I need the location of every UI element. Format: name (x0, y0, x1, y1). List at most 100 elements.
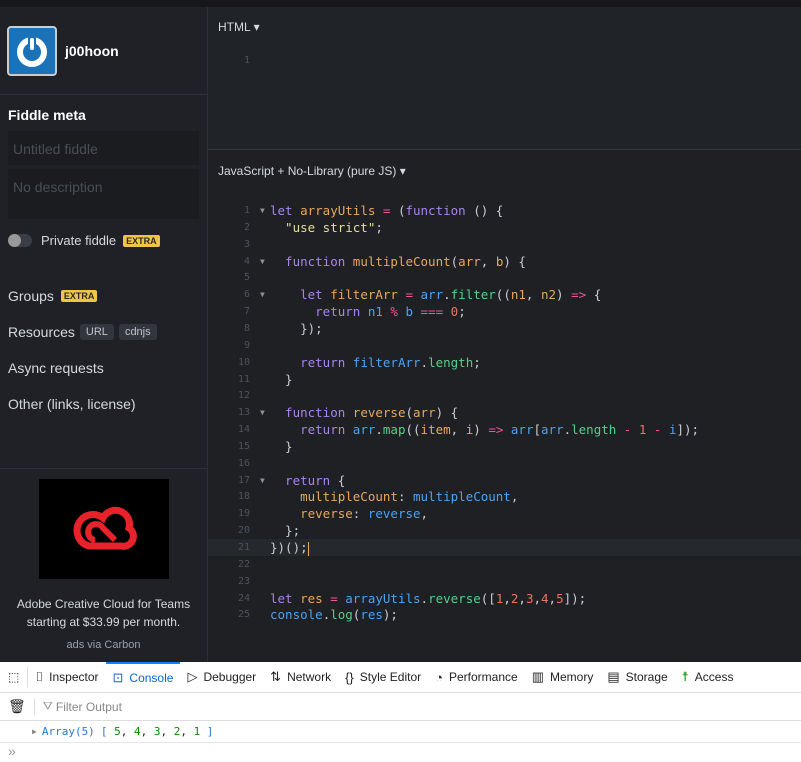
line-number: 23 (237, 575, 250, 587)
filter-output-input[interactable]: Filter Output (56, 700, 122, 714)
code-token: let (270, 287, 331, 303)
tab-label: Debugger (203, 670, 257, 684)
user-block[interactable]: j00hoon (0, 7, 207, 95)
fold-arrow-icon[interactable]: ▼ (260, 286, 265, 303)
fold-arrow-icon[interactable]: ▼ (260, 202, 265, 219)
fiddle-title-input[interactable]: Untitled fiddle (8, 131, 199, 165)
groups-section[interactable]: Groups EXTRA (0, 278, 207, 314)
html-pane[interactable]: HTML ▾ 1 (208, 7, 801, 150)
expand-arrow-icon[interactable]: ▶ (32, 727, 37, 736)
console-input[interactable]: » (0, 743, 801, 762)
console-output-row[interactable]: ▶ Array(5) [ 5, 4, 3, 2, 1 ] (0, 721, 801, 743)
tab-access[interactable]: ☨ Access (675, 662, 741, 693)
fold-arrow-icon[interactable]: ▼ (260, 253, 265, 270)
code-token: let (270, 203, 301, 218)
array-value: 4 (133, 725, 141, 738)
private-fiddle-toggle[interactable] (8, 234, 32, 247)
code-token: (( (405, 422, 421, 438)
cdnjs-tag[interactable]: cdnjs (118, 324, 157, 340)
code-text: return { (270, 472, 345, 489)
dropdown-arrow-icon: ▾ (399, 164, 406, 178)
fold-arrow-icon[interactable]: ▼ (260, 472, 265, 489)
code-text: console.log(res); (270, 606, 398, 623)
code-token: . (420, 590, 429, 606)
code-text: let arrayUtils = (function () { (270, 202, 503, 219)
js-pane[interactable]: JavaScript + No-Library (pure JS) ▾ 1 ▼ le… (208, 151, 801, 662)
code-line: 12 (208, 387, 801, 404)
bracket: [ (100, 725, 115, 738)
fiddle-description-input[interactable]: No description (8, 169, 199, 219)
line-number: 5 (243, 272, 250, 284)
code-token: , (525, 287, 541, 303)
resources-section[interactable]: Resources URL cdnjs (0, 314, 207, 350)
avatar[interactable] (7, 25, 57, 76)
code-token: return (270, 472, 338, 488)
tab-performance[interactable]: ◔ Performance (428, 662, 525, 693)
array-value: 5 (114, 725, 121, 738)
line-number: 13 (237, 407, 250, 419)
code-line: 6 ▼ let filterArr = arr.filter((n1, n2) =… (208, 286, 801, 303)
code-token: arr (503, 422, 534, 438)
extra-badge: EXTRA (123, 234, 160, 247)
other-section[interactable]: Other (links, license) (0, 386, 207, 422)
code-line: 13 ▼ function reverse(arr) { (208, 404, 801, 421)
ad-block[interactable]: Adobe Creative Cloud for Teams starting a… (0, 468, 207, 662)
line-number: 17 (237, 474, 250, 486)
storage-icon: ▤ (607, 669, 620, 684)
code-token: : (352, 506, 368, 522)
html-pane-title[interactable]: HTML ▾ (208, 7, 801, 45)
code-text: return arr.map((item, i) => arr[arr.leng… (270, 421, 699, 438)
extra-badge: EXTRA (60, 290, 98, 302)
code-token: , (548, 590, 557, 606)
code-text: }); (270, 320, 323, 337)
code-token: = (397, 287, 421, 303)
tab-label: Storage (625, 670, 668, 684)
tab-label: Access (694, 670, 734, 684)
fold-arrow-icon[interactable]: ▼ (260, 404, 265, 421)
code-token: ) (556, 287, 572, 303)
tab-memory[interactable]: ▥ Memory (525, 662, 601, 693)
async-requests-section[interactable]: Async requests (0, 350, 207, 386)
code-text: }; (270, 522, 300, 539)
code-token: multipleCount (352, 253, 451, 269)
tab-inspector[interactable]: ⌷ Inspector (28, 662, 105, 693)
code-token: { (337, 472, 346, 488)
code-line: 17 ▼ return { (208, 472, 801, 489)
element-picker-button[interactable]: ⬚ (0, 667, 29, 687)
code-token: () { (465, 203, 504, 218)
console-icon: ⊡ (112, 670, 124, 685)
element-picker-icon: ⬚ (8, 670, 20, 684)
code-token: ) { (503, 253, 526, 269)
code-line: 1 (208, 52, 801, 69)
filter-icon: ⛛ (42, 699, 53, 713)
line-number: 12 (237, 390, 250, 402)
tab-network[interactable]: ⇅ Network (263, 662, 338, 693)
trash-icon[interactable]: 🗑 (0, 698, 35, 715)
code-token: arr (413, 405, 436, 421)
dropdown-arrow-icon: ▾ (253, 20, 260, 34)
code-token: })(); (270, 540, 308, 555)
code-token: , (533, 590, 541, 606)
line-number: 1 (243, 205, 250, 216)
code-token: arrayUtils (345, 590, 421, 606)
code-token: item (420, 422, 451, 438)
code-line: 20 }; (208, 522, 801, 539)
code-token: = (322, 590, 346, 606)
code-token: , (518, 590, 526, 606)
tab-style-editor[interactable]: {} Style Editor (338, 662, 428, 693)
network-icon: ⇅ (270, 669, 282, 684)
ad-image[interactable] (38, 479, 169, 579)
tab-storage[interactable]: ▤ Storage (600, 662, 674, 693)
url-tag[interactable]: URL (79, 324, 114, 340)
code-text: "use strict"; (270, 219, 383, 236)
js-pane-title[interactable]: JavaScript + No-Library (pure JS) ▾ (208, 151, 801, 189)
code-token: . (420, 354, 429, 370)
code-line: 21})(); (208, 539, 801, 556)
line-number: 24 (237, 592, 250, 604)
ads-via-carbon[interactable]: ads via Carbon (0, 639, 207, 651)
tab-console[interactable]: ⊡ Console (105, 661, 181, 693)
top-strip (0, 0, 801, 7)
code-token: . (443, 287, 451, 303)
tab-debugger[interactable]: ▷ Debugger (180, 662, 263, 693)
code-text: multipleCount: multipleCount, (270, 488, 518, 505)
